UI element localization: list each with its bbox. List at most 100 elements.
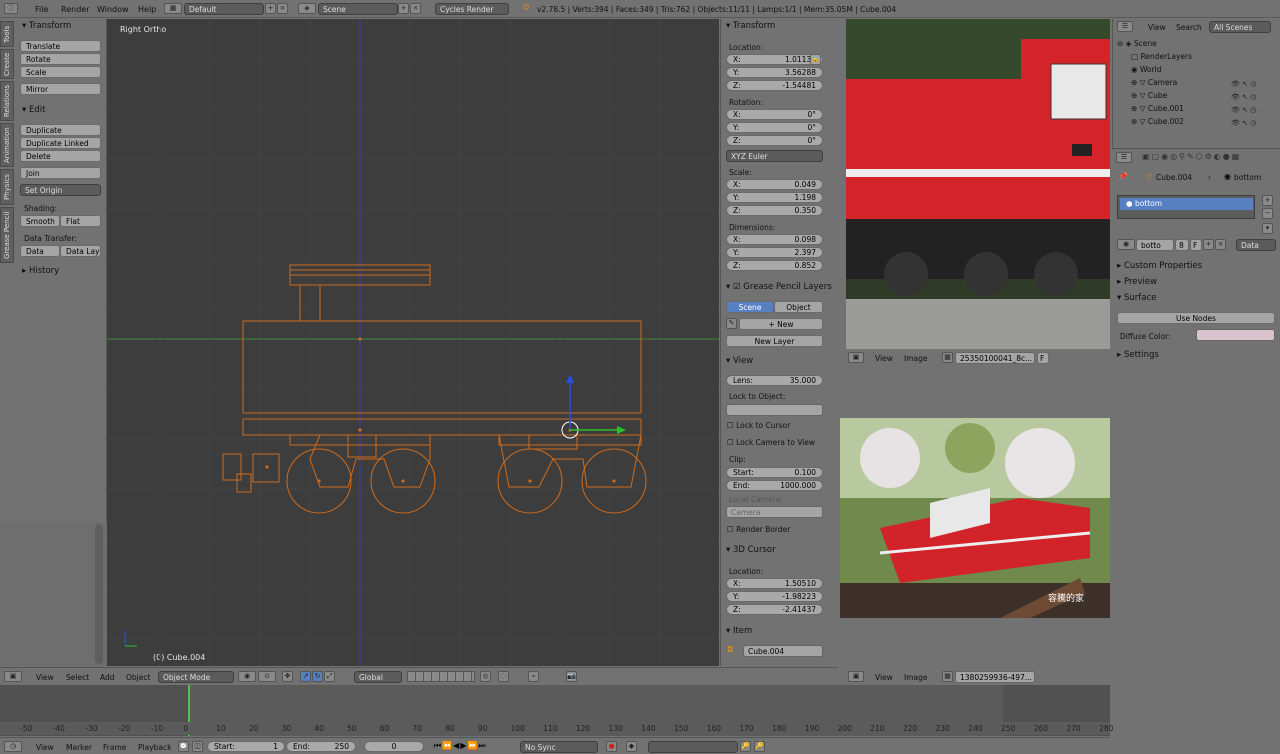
scale-button[interactable]: Scale: [20, 66, 101, 78]
lock-camera-checkbox[interactable]: ☐ Lock Camera to View: [727, 438, 815, 447]
translate-manipulator-icon[interactable]: ↗: [300, 671, 311, 682]
edit-panel-header[interactable]: ▾ Edit: [22, 105, 45, 115]
outliner-row-cube[interactable]: ⊕ ▽ Cube: [1131, 91, 1167, 100]
outliner-view-menu[interactable]: View: [1148, 23, 1166, 32]
location-y-field[interactable]: Y: 3.56288: [726, 67, 823, 78]
grease-pencil-layers-header[interactable]: ▾ ☑ Grease Pencil Layers: [726, 282, 832, 292]
local-camera-field[interactable]: Camera: [726, 506, 823, 518]
render-border-checkbox[interactable]: ☐ Render Border: [727, 525, 790, 534]
gp-new-button[interactable]: + New: [739, 318, 823, 330]
material-unlink-icon[interactable]: ×: [1215, 239, 1226, 250]
menu-window[interactable]: Window: [97, 5, 129, 14]
location-x-field[interactable]: X: 1.01131: [726, 54, 823, 65]
image-image-menu[interactable]: Image: [904, 354, 928, 363]
data-button[interactable]: Data: [20, 245, 60, 257]
timeline-type-icon[interactable]: ◷: [4, 741, 22, 752]
keying-set-icon[interactable]: ◆: [626, 741, 637, 752]
image-browse-icon[interactable]: ▦: [942, 671, 953, 682]
3d-viewport[interactable]: Right Ortho (0) Cube.004: [107, 19, 719, 666]
scale-y-field[interactable]: Y: 1.198: [726, 192, 823, 203]
tab-animation[interactable]: Animation: [0, 123, 14, 167]
smooth-button[interactable]: Smooth: [20, 215, 60, 227]
image-browse-icon[interactable]: ▦: [942, 352, 953, 363]
set-origin-dropdown[interactable]: Set Origin: [20, 184, 101, 196]
lock-icon[interactable]: 🔒: [810, 54, 821, 65]
cursor-y-field[interactable]: Y: -1.98223: [726, 591, 823, 602]
dimension-y-field[interactable]: Y: 2.397: [726, 247, 823, 258]
playback-controls[interactable]: ⏮⏪◀▶⏩⏭: [434, 741, 487, 751]
custom-properties-header[interactable]: ▸ Custom Properties: [1117, 261, 1202, 271]
clip-end-field[interactable]: End: 1000.000: [726, 480, 823, 491]
scene-icon[interactable]: ◈: [298, 3, 316, 14]
transform-manipulator[interactable]: [566, 374, 626, 434]
duplicate-linked-button[interactable]: Duplicate Linked: [20, 137, 101, 149]
proportional-edit-icon[interactable]: ◌: [498, 671, 509, 682]
timeline-view-menu[interactable]: View: [36, 743, 54, 752]
gp-scene-button[interactable]: Scene: [726, 301, 774, 313]
render-icon[interactable]: 📷: [566, 671, 577, 682]
view3d-select-menu[interactable]: Select: [66, 673, 89, 682]
material-new-icon[interactable]: +: [1203, 239, 1214, 250]
image-view-menu[interactable]: View: [875, 354, 893, 363]
sync-mode-dropdown[interactable]: No Sync: [520, 741, 598, 753]
mirror-button[interactable]: Mirror: [20, 83, 101, 95]
flat-button[interactable]: Flat: [60, 215, 101, 227]
tab-create[interactable]: Create: [0, 49, 14, 79]
layout-selector[interactable]: Default: [184, 3, 264, 15]
menu-render[interactable]: Render: [61, 5, 89, 14]
item-panel-header[interactable]: ▾ Item: [726, 626, 752, 636]
image-editor-type-icon[interactable]: ▣: [848, 671, 864, 682]
cursor-x-field[interactable]: X: 1.50510: [726, 578, 823, 589]
use-preview-range-icon[interactable]: ◫: [192, 741, 203, 752]
delete-keyframe-icon[interactable]: 🔑: [754, 741, 765, 752]
tab-tools[interactable]: Tools: [0, 21, 14, 47]
transform-panel-header[interactable]: ▾ Transform: [22, 21, 71, 31]
slot-menu-icon[interactable]: ▾: [1262, 223, 1273, 234]
view3d-add-menu[interactable]: Add: [100, 673, 115, 682]
material-fake-user[interactable]: F: [1190, 239, 1202, 251]
transform-n-header[interactable]: ▾ Transform: [726, 21, 775, 31]
gp-object-button[interactable]: Object: [774, 301, 823, 313]
timeline-marker-menu[interactable]: Marker: [66, 743, 92, 752]
timeline-frame-menu[interactable]: Frame: [103, 743, 126, 752]
image-view-menu[interactable]: View: [875, 673, 893, 682]
rotate-manipulator-icon[interactable]: ↻: [312, 671, 323, 682]
properties-context-tabs[interactable]: ▣▢◉◎⚲✎⬡⚙◐●▦: [1142, 152, 1241, 161]
surface-header[interactable]: ▾ Surface: [1117, 293, 1156, 303]
image-name-field-bottom[interactable]: 1380259936-497...: [955, 671, 1035, 683]
outliner-display-mode[interactable]: All Scenes: [1209, 21, 1271, 33]
rotation-mode-dropdown[interactable]: XYZ Euler: [726, 150, 823, 162]
add-layout-icon[interactable]: +: [265, 3, 276, 14]
outliner-row-cube001[interactable]: ⊕ ▽ Cube.001: [1131, 104, 1184, 113]
tab-physics[interactable]: Physics: [0, 169, 14, 205]
image-editor-top[interactable]: [846, 19, 1110, 349]
outliner-row-cube002[interactable]: ⊕ ▽ Cube.002: [1131, 117, 1184, 126]
dimension-z-field[interactable]: Z: 0.852: [726, 260, 823, 271]
outliner-search-menu[interactable]: Search: [1176, 23, 1202, 32]
layer-buttons[interactable]: [407, 671, 475, 682]
material-name-field[interactable]: botto: [1136, 239, 1174, 251]
view-panel-header[interactable]: ▾ View: [726, 356, 753, 366]
frame-end-field[interactable]: End: 250: [286, 741, 356, 752]
layout-icon[interactable]: ▦: [164, 3, 182, 14]
outliner-row-renderlayers[interactable]: ▢ RenderLayers: [1131, 52, 1192, 61]
frame-start-field[interactable]: Start: 1: [207, 741, 285, 752]
cursor-z-field[interactable]: Z: -2.41437: [726, 604, 823, 615]
join-button[interactable]: Join: [20, 167, 101, 179]
data-layout-button[interactable]: Data Layo: [60, 245, 101, 257]
view3d-object-menu[interactable]: Object: [126, 673, 150, 682]
interaction-mode-dropdown[interactable]: Object Mode: [158, 671, 234, 683]
outliner-row-scene[interactable]: ⊖ ◈ Scene: [1117, 39, 1157, 48]
record-icon[interactable]: ●: [606, 741, 617, 752]
preview-range-icon[interactable]: ⌚: [178, 741, 189, 752]
snap-icon[interactable]: ⌁: [528, 671, 539, 682]
3d-cursor-header[interactable]: ▾ 3D Cursor: [726, 545, 776, 555]
render-engine-selector[interactable]: Cycles Render: [435, 3, 509, 15]
lock-layers-icon[interactable]: ◎: [480, 671, 491, 682]
menu-file[interactable]: File: [35, 5, 48, 14]
image-editor-type-icon[interactable]: ▣: [848, 352, 864, 363]
image-image-menu[interactable]: Image: [904, 673, 928, 682]
lock-to-object-field[interactable]: [726, 404, 823, 416]
view3d-type-icon[interactable]: ▣: [4, 671, 22, 682]
image-name-field-top[interactable]: 25350100041_8c...: [955, 352, 1035, 364]
